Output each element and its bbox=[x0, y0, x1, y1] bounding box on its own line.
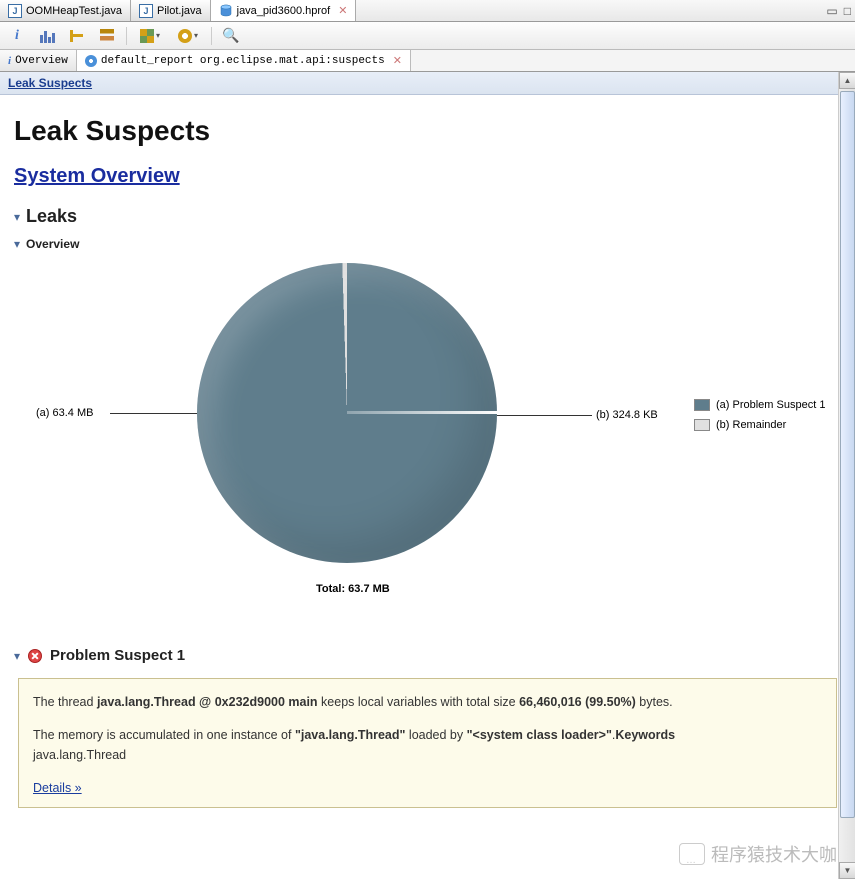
database-icon bbox=[219, 4, 233, 18]
problem-title: Problem Suspect 1 bbox=[50, 647, 185, 664]
gear-icon bbox=[178, 29, 192, 43]
scroll-down-button[interactable]: ▼ bbox=[839, 862, 855, 879]
editor-tab-hprof[interactable]: java_pid3600.hprof ✕ bbox=[211, 0, 357, 21]
editor-tab-pilot[interactable]: J Pilot.java bbox=[131, 0, 211, 21]
pie-slit bbox=[347, 411, 497, 414]
close-icon[interactable]: ✕ bbox=[338, 4, 347, 17]
problem-description: The thread java.lang.Thread @ 0x232d9000… bbox=[18, 678, 837, 808]
info-icon: i bbox=[15, 28, 19, 44]
sub-section-title: Overview bbox=[26, 237, 79, 251]
window-controls: ▭ □ bbox=[826, 0, 855, 21]
bars-icon bbox=[40, 29, 55, 43]
pie-chart: (a) 63.4 MB (b) 324.8 KB (a) Problem Sus… bbox=[14, 263, 841, 623]
search-icon: 🔍 bbox=[222, 27, 239, 44]
scroll-up-button[interactable]: ▲ bbox=[839, 72, 855, 89]
overview-heading: ▾ Overview bbox=[14, 237, 841, 251]
collapse-icon[interactable]: ▾ bbox=[14, 210, 20, 224]
legend-swatch bbox=[694, 419, 710, 431]
subtab-label: Overview bbox=[15, 55, 68, 67]
grid-icon bbox=[140, 29, 154, 43]
subtab-overview[interactable]: i Overview bbox=[0, 50, 77, 71]
subtab-default-report[interactable]: default_report org.eclipse.mat.api:suspe… bbox=[77, 50, 411, 71]
toolbar: i ▾ ▾ 🔍 bbox=[0, 22, 855, 50]
page-title: Leak Suspects bbox=[14, 115, 841, 147]
search-button[interactable]: 🔍 bbox=[220, 25, 242, 47]
info-icon: i bbox=[8, 55, 11, 67]
slice-label-a: (a) 63.4 MB bbox=[36, 407, 93, 419]
breadcrumb-bar: Leak Suspects bbox=[0, 72, 855, 95]
legend-label: (b) Remainder bbox=[716, 419, 786, 431]
chevron-down-icon: ▾ bbox=[156, 31, 160, 40]
problem-line-2: The memory is accumulated in one instanc… bbox=[33, 726, 822, 765]
close-icon[interactable]: ✕ bbox=[393, 54, 402, 67]
separator bbox=[211, 27, 212, 45]
dominator-tree-button[interactable] bbox=[66, 25, 88, 47]
overview-button[interactable]: i bbox=[6, 25, 28, 47]
pie-wrap bbox=[197, 263, 497, 563]
report-icon bbox=[85, 55, 97, 67]
chevron-down-icon: ▾ bbox=[194, 31, 198, 40]
tree-icon bbox=[70, 29, 84, 43]
oql-button[interactable] bbox=[96, 25, 118, 47]
collapse-icon[interactable]: ▾ bbox=[14, 237, 20, 251]
editor-tabs: J OOMHeapTest.java J Pilot.java java_pid… bbox=[0, 0, 855, 22]
tab-label: Pilot.java bbox=[157, 5, 202, 17]
breadcrumb-link[interactable]: Leak Suspects bbox=[8, 76, 92, 90]
system-overview-link[interactable]: System Overview bbox=[14, 165, 180, 187]
legend-swatch bbox=[694, 399, 710, 411]
leader-line bbox=[497, 415, 592, 416]
problem-heading: ▾ Problem Suspect 1 bbox=[14, 647, 841, 664]
content-wrap: Leak Suspects Leak Suspects System Overv… bbox=[0, 72, 855, 879]
maximize-icon[interactable]: □ bbox=[844, 4, 851, 18]
chart-legend: (a) Problem Suspect 1 (b) Remainder bbox=[694, 399, 825, 439]
report-content: Leak Suspects System Overview ▾ Leaks ▾ … bbox=[0, 95, 855, 876]
histogram-button[interactable] bbox=[36, 25, 58, 47]
sub-tabs: i Overview default_report org.eclipse.ma… bbox=[0, 50, 855, 72]
separator bbox=[126, 27, 127, 45]
problem-line-1: The thread java.lang.Thread @ 0x232d9000… bbox=[33, 693, 822, 712]
tab-label: java_pid3600.hprof bbox=[237, 5, 331, 17]
vertical-scrollbar[interactable]: ▲ ▼ bbox=[838, 72, 855, 879]
query-button[interactable]: ▾ bbox=[173, 25, 203, 47]
java-file-icon: J bbox=[8, 4, 22, 18]
minimize-icon[interactable]: ▭ bbox=[826, 4, 837, 18]
subtab-label: default_report org.eclipse.mat.api:suspe… bbox=[101, 55, 385, 67]
thread-button[interactable]: ▾ bbox=[135, 25, 165, 47]
editor-tab-oomheaptest[interactable]: J OOMHeapTest.java bbox=[0, 0, 131, 21]
java-file-icon: J bbox=[139, 4, 153, 18]
error-icon bbox=[28, 649, 42, 663]
scroll-thumb[interactable] bbox=[840, 91, 855, 818]
leader-line bbox=[110, 413, 197, 414]
slice-label-b: (b) 324.8 KB bbox=[596, 409, 658, 421]
legend-item: (a) Problem Suspect 1 bbox=[694, 399, 825, 411]
legend-label: (a) Problem Suspect 1 bbox=[716, 399, 825, 411]
stack-icon bbox=[100, 29, 114, 43]
details-link[interactable]: Details » bbox=[33, 781, 82, 795]
leaks-heading: ▾ Leaks bbox=[14, 206, 841, 227]
section-title: Leaks bbox=[26, 206, 77, 227]
collapse-icon[interactable]: ▾ bbox=[14, 649, 20, 663]
tab-label: OOMHeapTest.java bbox=[26, 5, 122, 17]
legend-item: (b) Remainder bbox=[694, 419, 825, 431]
chart-total: Total: 63.7 MB bbox=[316, 583, 390, 595]
